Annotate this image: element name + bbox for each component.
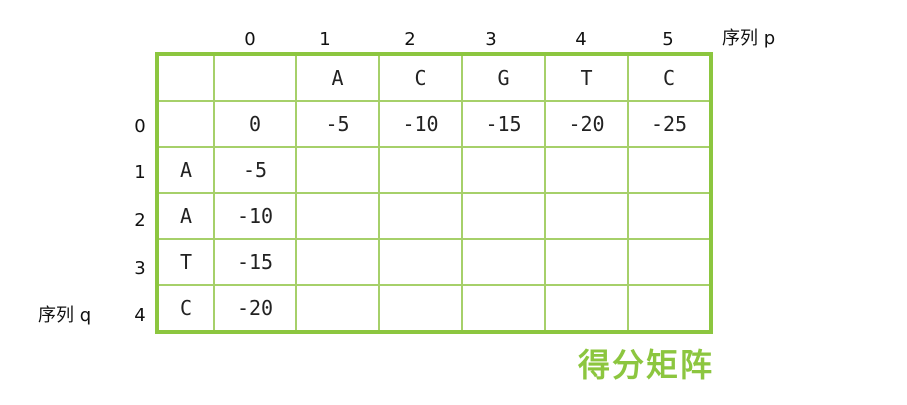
score-cell: -10 <box>378 100 463 148</box>
empty-cell <box>378 238 463 286</box>
column-index-4: 4 <box>575 29 587 50</box>
empty-cell <box>213 53 297 102</box>
score-cell: 0 <box>213 100 297 148</box>
empty-cell <box>295 238 380 286</box>
row-index-0: 0 <box>134 116 146 137</box>
empty-cell <box>544 238 629 286</box>
seq-q-char: T <box>156 238 215 286</box>
matrix-row-1: A -5 <box>156 146 712 194</box>
seq-p-char: T <box>544 53 629 102</box>
empty-cell <box>544 192 629 240</box>
score-cell: -5 <box>295 100 380 148</box>
row-index-3: 3 <box>134 258 146 279</box>
empty-cell <box>544 284 629 333</box>
score-matrix: A C G T C 0 -5 -10 -15 -20 -25 A -5 A -1… <box>155 52 713 334</box>
header-row: A C G T C <box>156 53 712 102</box>
matrix-row-3: T -15 <box>156 238 712 286</box>
score-cell: -20 <box>544 100 629 148</box>
column-index-1: 1 <box>319 29 331 50</box>
seq-q-char: A <box>156 146 215 194</box>
empty-cell <box>627 284 712 333</box>
matrix-row-0: 0 -5 -10 -15 -20 -25 <box>156 100 712 148</box>
empty-cell <box>295 192 380 240</box>
empty-cell <box>378 192 463 240</box>
score-cell: -20 <box>213 284 297 333</box>
row-index-4: 4 <box>134 305 146 326</box>
sequence-p-label: 序列 p <box>722 28 776 49</box>
empty-cell <box>461 238 546 286</box>
empty-cell <box>295 284 380 333</box>
seq-p-char: C <box>378 53 463 102</box>
column-index-2: 2 <box>404 29 416 50</box>
column-index-0: 0 <box>244 29 256 50</box>
row-index-2: 2 <box>134 210 146 231</box>
score-cell: -10 <box>213 192 297 240</box>
score-cell: -15 <box>461 100 546 148</box>
matrix-caption: 得分矩阵 <box>578 346 715 384</box>
seq-p-char: C <box>627 53 712 102</box>
seq-p-char: A <box>295 53 380 102</box>
seq-q-char: A <box>156 192 215 240</box>
empty-cell <box>627 146 712 194</box>
empty-cell <box>156 100 215 148</box>
empty-cell <box>461 192 546 240</box>
empty-cell <box>378 146 463 194</box>
empty-cell <box>295 146 380 194</box>
empty-cell <box>461 146 546 194</box>
corner-cell <box>156 53 215 102</box>
seq-q-char: C <box>156 284 215 333</box>
column-index-3: 3 <box>485 29 497 50</box>
row-index-1: 1 <box>134 162 146 183</box>
empty-cell <box>378 284 463 333</box>
sequence-q-label: 序列 q <box>38 305 92 326</box>
column-index-5: 5 <box>662 29 674 50</box>
empty-cell <box>544 146 629 194</box>
score-cell: -25 <box>627 100 712 148</box>
score-cell: -5 <box>213 146 297 194</box>
empty-cell <box>627 238 712 286</box>
score-cell: -15 <box>213 238 297 286</box>
empty-cell <box>627 192 712 240</box>
empty-cell <box>461 284 546 333</box>
seq-p-char: G <box>461 53 546 102</box>
matrix-row-2: A -10 <box>156 192 712 240</box>
matrix-row-4: C -20 <box>156 284 712 333</box>
